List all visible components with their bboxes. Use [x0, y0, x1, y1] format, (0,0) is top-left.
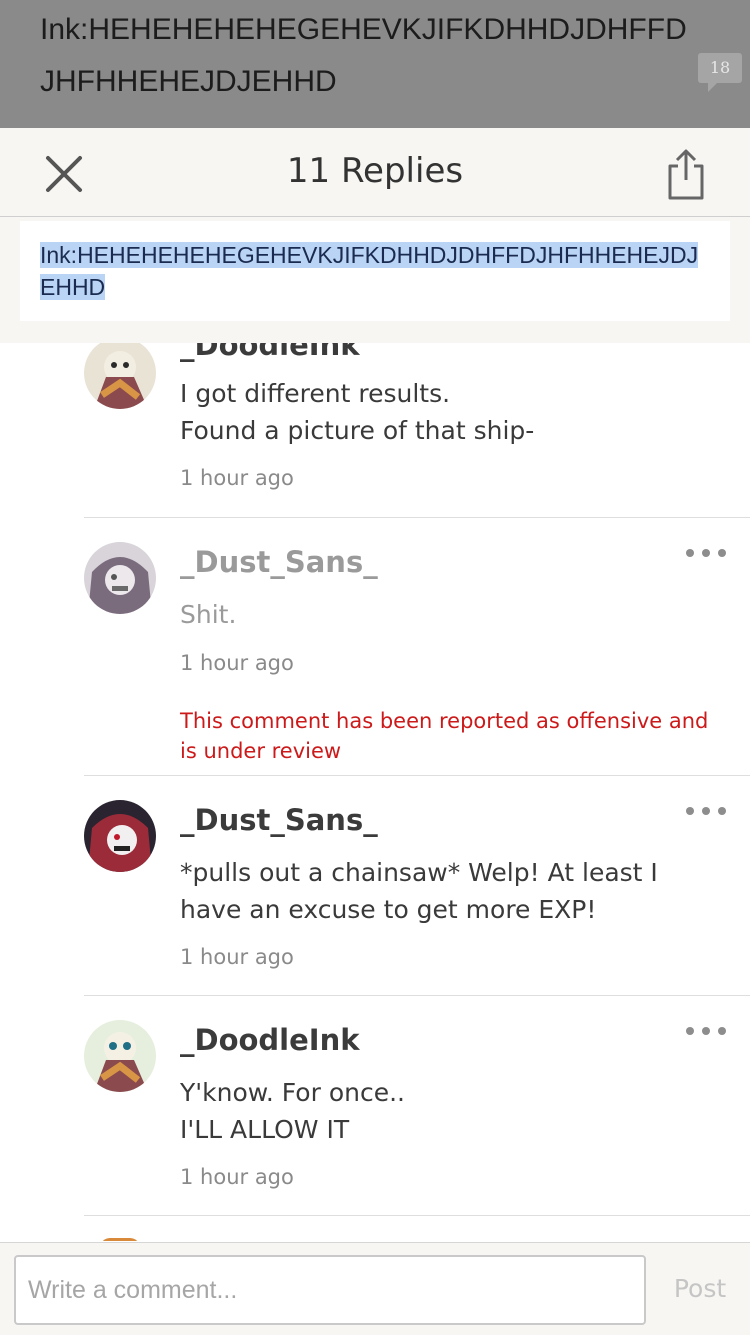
reply-timestamp: 1 hour ago — [180, 466, 294, 490]
comment-composer: Post — [0, 1242, 750, 1335]
reply-author[interactable]: _DoodleInk — [180, 343, 360, 365]
reply-author[interactable]: _DoodleInk — [180, 1020, 360, 1060]
reply-line: Shit. — [180, 600, 237, 629]
reply-line: I'LL ALLOW IT — [180, 1115, 350, 1144]
reply-item: _DoodleInk I got different results. Foun… — [84, 343, 750, 518]
comment-input[interactable] — [14, 1255, 646, 1325]
selected-text: Ink:HEHEHEHEHEGEHEVKJIFKDHHDJDHFFDJHFHHE… — [40, 242, 699, 300]
reply-line: *pulls out a chainsaw* Welp! At least I … — [180, 858, 658, 924]
reply-timestamp: 1 hour ago — [180, 945, 294, 969]
avatar[interactable] — [84, 542, 156, 614]
reply-author[interactable]: _Dust_Sans_ — [180, 542, 378, 582]
reply-body: Y'know. For once.. I'LL ALLOW IT — [180, 1074, 725, 1148]
parent-comment-text[interactable]: Ink:HEHEHEHEHEGEHEVKJIFKDHHDJDHFFDJHFHHE… — [40, 239, 712, 303]
reply-line: Found a picture of that ship- — [180, 416, 535, 445]
more-options-button[interactable] — [686, 1023, 726, 1039]
avatar[interactable] — [84, 800, 156, 872]
reply-body: Shit. — [180, 596, 725, 633]
avatar[interactable] — [84, 1020, 156, 1092]
avatar[interactable] — [84, 343, 156, 409]
parent-comment-box[interactable]: Ink:HEHEHEHEHEGEHEVKJIFKDHHDJDHFFDJHFHHE… — [20, 221, 730, 321]
parent-comment-area: Ink:HEHEHEHEHEGEHEVKJIFKDHHDJDHFFDJHFHHE… — [0, 217, 750, 343]
reply-timestamp: 1 hour ago — [180, 651, 294, 675]
post-button[interactable]: Post — [660, 1269, 740, 1309]
reply-item: _Dust_Sans_ Shit. 1 hour ago This commen… — [84, 518, 750, 776]
reply-timestamp: 1 hour ago — [180, 1165, 294, 1189]
next-avatar-peek — [100, 1238, 140, 1241]
comment-count-badge: 18 — [698, 53, 742, 92]
more-options-button[interactable] — [686, 545, 726, 561]
reply-item: _DoodleInk Y'know. For once.. I'LL ALLOW… — [84, 996, 750, 1216]
share-button[interactable] — [664, 146, 708, 202]
replies-list: _DoodleInk I got different results. Foun… — [0, 343, 750, 1241]
more-options-button[interactable] — [686, 803, 726, 819]
reply-line: Y'know. For once.. — [180, 1078, 405, 1107]
reply-line: I got different results. — [180, 379, 451, 408]
replies-count-title: 11 Replies — [286, 151, 464, 191]
report-notice: This comment has been reported as offens… — [180, 709, 709, 763]
reply-body: *pulls out a chainsaw* Welp! At least I … — [180, 854, 725, 928]
replies-header: 11 Replies — [0, 128, 750, 217]
share-icon — [668, 149, 704, 200]
background-post-title: Ink:HEHEHEHEHEGEHEVKJIFKDHHDJDHFFDJHFHHE… — [40, 13, 687, 98]
reply-body: I got different results. Found a picture… — [180, 375, 725, 449]
reply-author[interactable]: _Dust_Sans_ — [180, 800, 378, 840]
background-post-overlay: Ink:HEHEHEHEHEGEHEVKJIFKDHHDJDHFFDJHFHHE… — [0, 0, 750, 128]
reply-item: _Dust_Sans_ *pulls out a chainsaw* Welp!… — [84, 776, 750, 996]
